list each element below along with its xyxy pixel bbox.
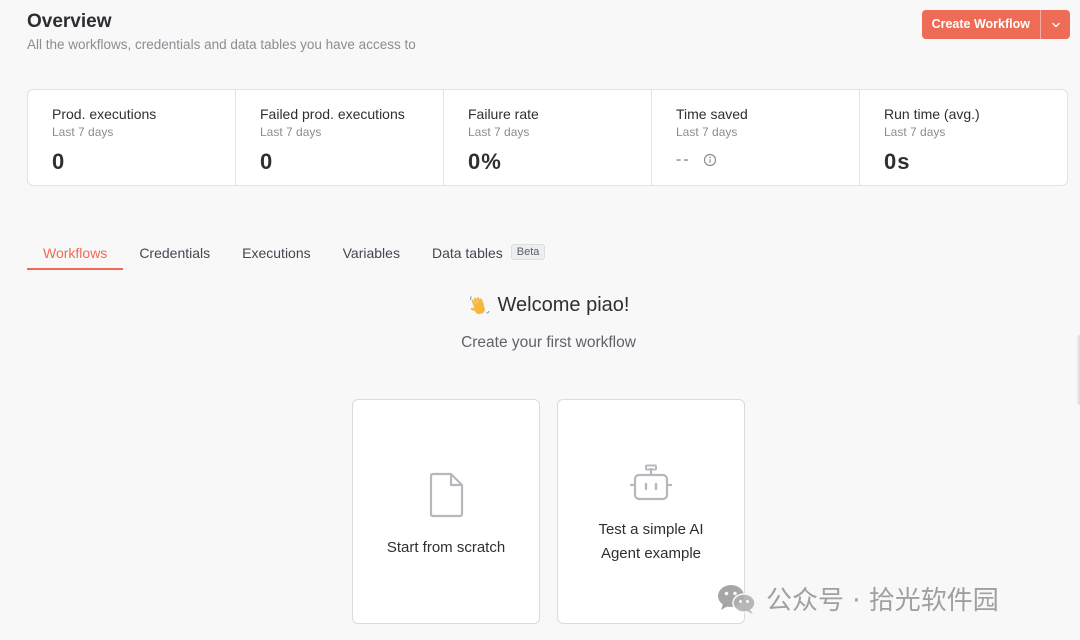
tab-label: Data tables	[431, 245, 503, 261]
info-icon[interactable]	[703, 153, 717, 167]
stat-value-empty: --	[676, 151, 859, 169]
welcome-subtitle: Create your first workflow	[461, 333, 636, 351]
page-title: Overview	[27, 11, 112, 32]
watermark: 公众号 · 拾光软件园	[716, 580, 999, 617]
welcome-section: Welcome piao! Create your first workflow	[0, 294, 1080, 352]
watermark-text: 公众号 · 拾光软件园	[766, 586, 999, 616]
edge-handle	[1076, 335, 1080, 405]
stat-failure-rate: Failure rate Last 7 days 0%	[444, 90, 652, 185]
file-icon	[429, 472, 464, 518]
stat-period: Last 7 days	[468, 125, 530, 139]
tab-data-tables[interactable]: Data tables Beta	[416, 240, 561, 270]
page-subtitle: All the workflows, credentials and data …	[27, 37, 416, 52]
stat-label: Time saved	[676, 106, 748, 122]
stat-prod-executions: Prod. executions Last 7 days 0	[28, 90, 236, 185]
stat-period: Last 7 days	[884, 125, 946, 139]
tab-label: Variables	[342, 245, 400, 261]
start-from-scratch-card[interactable]: Start from scratch	[352, 399, 540, 624]
stat-value: --	[676, 151, 691, 168]
create-workflow-dropdown-button[interactable]	[1040, 10, 1070, 39]
robot-icon	[630, 464, 672, 501]
stat-label: Run time (avg.)	[884, 106, 980, 122]
wechat-icon	[718, 584, 756, 614]
tab-label: Credentials	[139, 245, 211, 261]
beta-badge: Beta	[510, 244, 546, 260]
stat-failed-prod-executions: Failed prod. executions Last 7 days 0	[236, 90, 444, 185]
stat-value: 0s	[884, 149, 911, 174]
stat-period: Last 7 days	[676, 125, 738, 139]
stat-period: Last 7 days	[52, 125, 114, 139]
waving-hand-icon	[469, 295, 490, 314]
stat-label: Prod. executions	[52, 106, 157, 122]
create-workflow-group: Create Workflow	[921, 10, 1070, 39]
stat-value: 0	[52, 149, 66, 174]
chevron-down-icon	[1051, 22, 1060, 27]
welcome-title: Welcome piao!	[497, 294, 630, 316]
card-label-line: Test a simple AI	[598, 521, 704, 538]
card-label: Start from scratch	[386, 539, 506, 556]
tab-executions[interactable]: Executions	[226, 240, 326, 270]
tab-variables[interactable]: Variables	[327, 240, 416, 270]
stat-value: 0%	[468, 149, 502, 174]
card-label-line: Agent example	[600, 545, 702, 562]
stat-run-time: Run time (avg.) Last 7 days 0s	[860, 90, 1067, 185]
welcome-title-row: Welcome piao!	[468, 294, 630, 317]
tab-label: Executions	[242, 245, 311, 261]
stat-value: 0	[260, 149, 274, 174]
card-label: Test a simple AI Agent example	[598, 518, 703, 566]
create-workflow-button[interactable]: Create Workflow	[922, 10, 1040, 39]
tab-credentials[interactable]: Credentials	[123, 240, 226, 270]
stat-time-saved: Time saved Last 7 days --	[652, 90, 860, 185]
page-header: Overview All the workflows, credentials …	[27, 10, 416, 52]
tab-bar: Workflows Credentials Executions Variabl…	[27, 240, 561, 270]
tab-label: Workflows	[43, 245, 108, 261]
stats-panel: Prod. executions Last 7 days 0 Failed pr…	[27, 89, 1068, 186]
stat-period: Last 7 days	[260, 125, 322, 139]
stat-label: Failed prod. executions	[260, 106, 405, 122]
tab-workflows[interactable]: Workflows	[27, 240, 124, 270]
stat-label: Failure rate	[468, 106, 539, 122]
